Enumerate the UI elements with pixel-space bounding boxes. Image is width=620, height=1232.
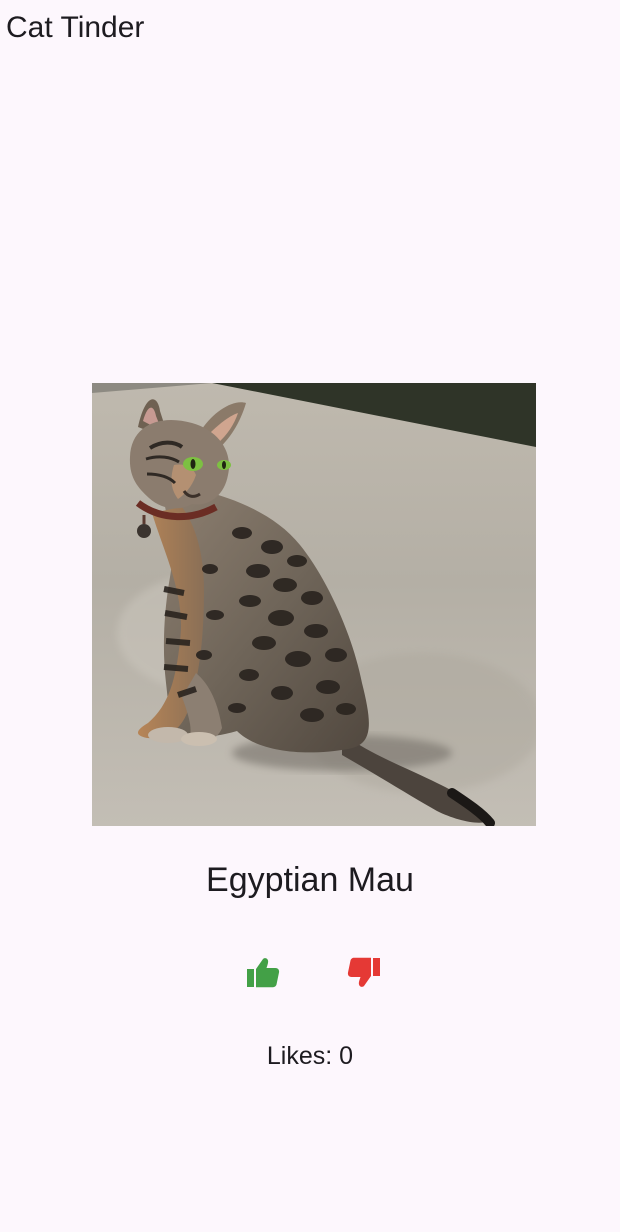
like-button[interactable] [237,946,289,998]
cat-card: Egyptian Mau Likes: 0 [0,0,620,1232]
dislike-button[interactable] [338,946,390,998]
likes-count: 0 [339,1042,354,1070]
vote-actions [0,946,620,998]
thumb-up-icon [247,957,280,987]
likes-counter: Likes: 0 [0,1040,620,1072]
breed-name: Egyptian Mau [206,861,414,899]
cat-photo [92,383,536,826]
cat-photo-illustration [92,383,536,826]
thumb-down-icon [347,957,380,987]
likes-label: Likes: [266,1042,333,1070]
